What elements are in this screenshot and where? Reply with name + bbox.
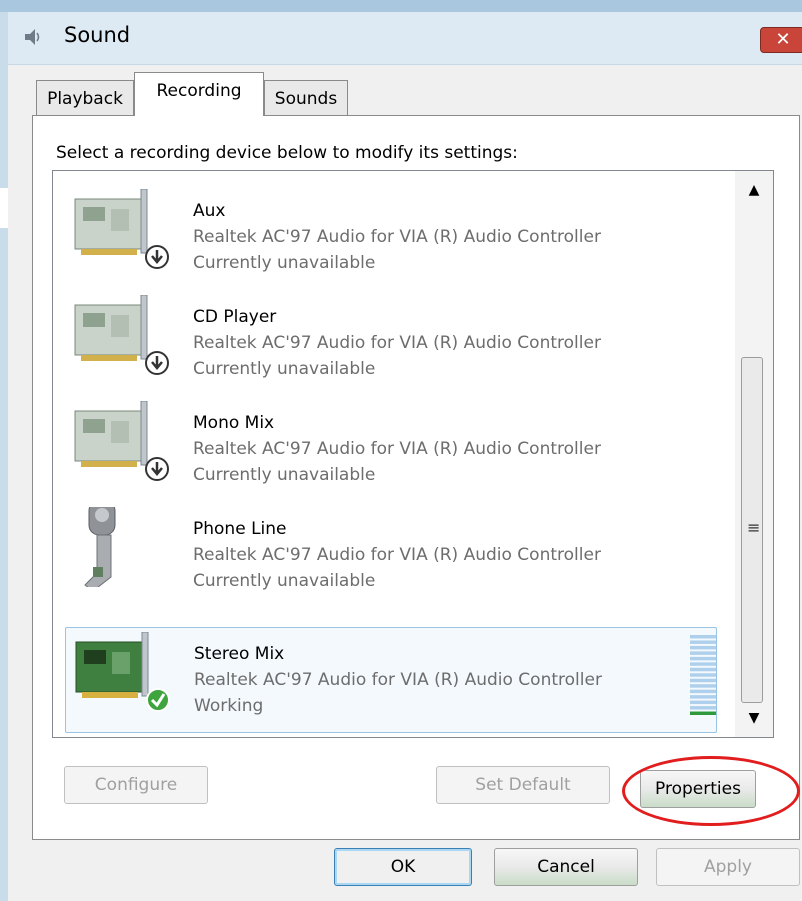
tab-sounds[interactable]: Sounds xyxy=(264,80,348,116)
meter-bar xyxy=(690,635,716,639)
vertical-scrollbar[interactable]: ▲ ≡ ▼ xyxy=(735,171,773,737)
device-description: Realtek AC'97 Audio for VIA (R) Audio Co… xyxy=(193,333,601,353)
device-description: Realtek AC'97 Audio for VIA (R) Audio Co… xyxy=(194,670,602,690)
meter-bar xyxy=(690,711,716,715)
sound-card-icon xyxy=(74,401,169,481)
meter-bar xyxy=(690,689,716,694)
speaker-icon xyxy=(25,29,40,45)
list-item-aux[interactable]: Aux Realtek AC'97 Audio for VIA (R) Audi… xyxy=(65,175,717,281)
meter-bar xyxy=(690,684,716,688)
sound-card-icon xyxy=(74,295,169,375)
level-meter xyxy=(690,635,716,715)
device-name: Stereo Mix xyxy=(194,644,285,664)
list-item-cd-player[interactable]: CD Player Realtek AC'97 Audio for VIA (R… xyxy=(65,281,717,387)
scroll-down-arrow-icon[interactable]: ▼ xyxy=(735,703,773,737)
cancel-button[interactable]: Cancel xyxy=(494,848,638,886)
properties-button[interactable]: Properties xyxy=(640,770,756,808)
meter-bar xyxy=(690,662,716,666)
instruction-text: Select a recording device below to modif… xyxy=(56,143,518,163)
grip-icon: ≡ xyxy=(747,518,761,537)
device-description: Realtek AC'97 Audio for VIA (R) Audio Co… xyxy=(193,439,601,459)
device-status: Currently unavailable xyxy=(193,465,376,485)
configure-button[interactable]: Configure xyxy=(64,766,208,804)
device-description: Realtek AC'97 Audio for VIA (R) Audio Co… xyxy=(193,227,601,247)
close-button[interactable]: ✕ xyxy=(760,27,802,53)
device-status: Currently unavailable xyxy=(193,359,376,379)
device-name: Phone Line xyxy=(193,519,287,539)
device-name: Aux xyxy=(193,201,226,221)
apply-button[interactable]: Apply xyxy=(656,848,800,886)
meter-bar xyxy=(690,706,716,710)
list-item-stereo-mix[interactable]: Stereo Mix Realtek AC'97 Audio for VIA (… xyxy=(65,627,717,733)
scroll-thumb[interactable]: ≡ xyxy=(741,357,763,703)
scroll-up-arrow-icon[interactable]: ▲ xyxy=(735,171,773,205)
meter-bar xyxy=(690,700,716,705)
device-status: Currently unavailable xyxy=(193,571,376,591)
meter-bar xyxy=(690,645,716,650)
meter-bar xyxy=(690,656,716,661)
meter-bar xyxy=(690,640,716,644)
list-item-phone-line[interactable]: Phone Line Realtek AC'97 Audio for VIA (… xyxy=(65,493,717,599)
phone-handset-icon xyxy=(84,507,116,587)
device-description: Realtek AC'97 Audio for VIA (R) Audio Co… xyxy=(193,545,601,565)
sound-card-icon xyxy=(75,632,170,712)
title-bar[interactable]: Sound ✕ xyxy=(8,12,802,65)
ok-button[interactable]: OK xyxy=(334,848,472,886)
meter-bar xyxy=(690,678,716,683)
device-name: CD Player xyxy=(193,307,277,327)
window-title: Sound xyxy=(64,23,131,47)
set-default-button[interactable]: Set Default xyxy=(436,766,610,804)
sound-card-icon xyxy=(74,189,169,269)
tab-playback[interactable]: Playback xyxy=(36,80,134,116)
desktop-top-strip xyxy=(0,0,802,12)
list-item-mono-mix[interactable]: Mono Mix Realtek AC'97 Audio for VIA (R)… xyxy=(65,387,717,493)
device-status: Working xyxy=(194,696,264,716)
meter-bar xyxy=(690,695,716,699)
meter-bar xyxy=(690,667,716,672)
meter-bar xyxy=(690,651,716,655)
device-status: Currently unavailable xyxy=(193,253,376,273)
green-check-badge-icon xyxy=(146,688,170,712)
meter-bar xyxy=(690,673,716,677)
desktop-left-edge xyxy=(0,12,8,901)
device-name: Mono Mix xyxy=(193,413,275,433)
recording-device-list[interactable]: Aux Realtek AC'97 Audio for VIA (R) Audi… xyxy=(52,170,774,738)
tab-recording[interactable]: Recording xyxy=(134,72,264,116)
